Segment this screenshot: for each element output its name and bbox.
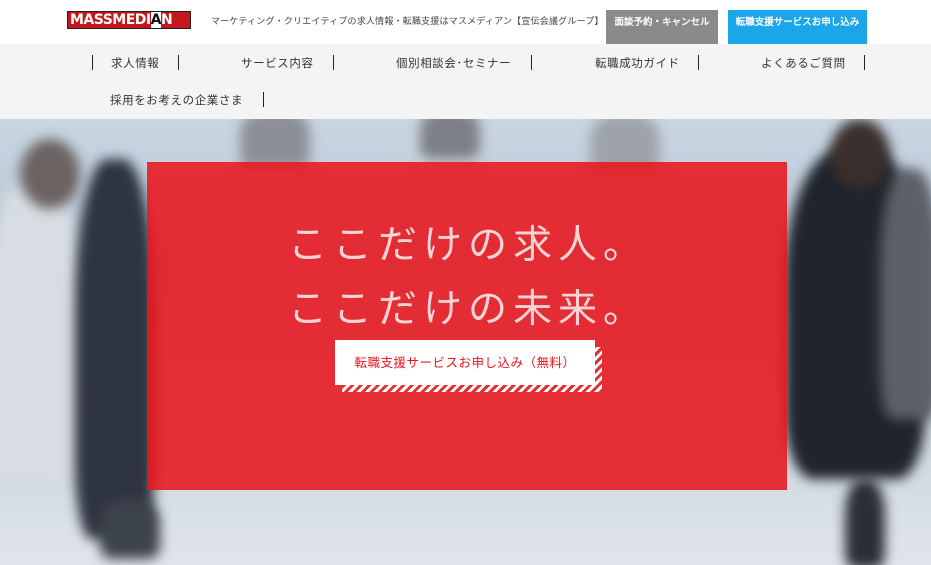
nav-divider xyxy=(178,55,179,70)
nav-divider xyxy=(92,55,93,70)
nav-item-employers[interactable]: 採用をお考えの企業さま xyxy=(110,92,243,108)
nav-divider xyxy=(333,55,334,70)
crowd-figure xyxy=(420,119,480,159)
hero-red-panel: ここだけの求人。 ここだけの未来。 xyxy=(147,162,787,490)
massmedian-logo[interactable]: MASSMEDIAN xyxy=(67,11,191,29)
nav-item-jobs[interactable]: 求人情報 xyxy=(111,55,159,71)
nav-item-services[interactable]: サービス内容 xyxy=(241,55,314,71)
apply-service-button[interactable]: 転職支援サービスお申し込み xyxy=(728,10,867,44)
crowd-figure xyxy=(830,119,890,189)
site-tagline: マーケティング・クリエイティブの求人情報・転職支援はマスメディアン【宣伝会議グル… xyxy=(211,17,604,27)
crowd-figure xyxy=(880,169,931,419)
crowd-figure xyxy=(845,479,885,565)
hero-apply-button[interactable]: 転職支援サービスお申し込み（無料） xyxy=(335,340,595,385)
nav-divider xyxy=(864,55,865,70)
reserve-cancel-button[interactable]: 面談予約・キャンセル xyxy=(606,10,718,44)
crowd-figure xyxy=(75,159,155,539)
nav-divider xyxy=(263,92,264,107)
top-header: MASSMEDIAN マーケティング・クリエイティブの求人情報・転職支援はマスメ… xyxy=(0,0,931,44)
hero-headline-line1: ここだけの求人。 xyxy=(288,223,649,268)
hero-section: ここだけの求人。 ここだけの未来。 転職支援サービスお申し込み（無料） xyxy=(0,119,931,565)
nav-divider xyxy=(698,55,699,70)
nav-item-seminar[interactable]: 個別相談会･セミナー xyxy=(396,55,511,71)
nav-item-guide[interactable]: 転職成功ガイド xyxy=(595,55,680,71)
crowd-figure xyxy=(100,499,160,559)
nav-divider xyxy=(531,55,532,70)
crowd-figure xyxy=(20,139,80,209)
hero-headline-line2: ここだけの未来。 xyxy=(288,287,649,332)
nav-item-faq[interactable]: よくあるご質問 xyxy=(761,55,846,71)
main-navigation: 求人情報 サービス内容 個別相談会･セミナー 転職成功ガイド よくあるご質問 採… xyxy=(0,44,931,119)
crowd-figure xyxy=(0,179,80,479)
